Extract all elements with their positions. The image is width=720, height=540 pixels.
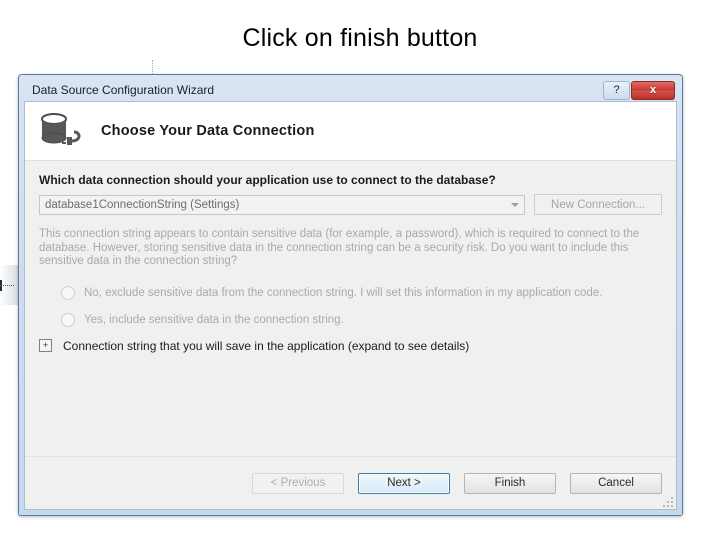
horizontal-guide-line <box>0 285 14 286</box>
data-source-configuration-wizard-window: Data Source Configuration Wizard ? x Cho… <box>18 74 683 516</box>
finish-button[interactable]: Finish <box>464 472 556 494</box>
expand-icon[interactable]: + <box>39 339 52 352</box>
radio-option-include[interactable]: Yes, include sensitive data in the conne… <box>61 310 662 330</box>
radio-icon[interactable] <box>61 285 75 300</box>
connection-string-expander[interactable]: + Connection string that you will save i… <box>39 339 662 353</box>
title-bar[interactable]: Data Source Configuration Wizard ? x <box>24 79 677 101</box>
sensitive-data-options: No, exclude sensitive data from the conn… <box>39 283 662 330</box>
cancel-button[interactable]: Cancel <box>570 472 662 494</box>
new-connection-button[interactable]: New Connection... <box>534 194 662 215</box>
radio-option-exclude[interactable]: No, exclude sensitive data from the conn… <box>61 283 662 303</box>
help-icon[interactable]: ? <box>603 80 630 100</box>
resize-grip[interactable] <box>661 495 673 507</box>
dialog-body: Which data connection should your applic… <box>25 161 676 456</box>
expander-label: Connection string that you will save in … <box>63 338 470 353</box>
close-icon[interactable]: x <box>631 80 675 100</box>
database-connection-icon <box>41 113 81 145</box>
window-controls: ? x <box>603 80 675 100</box>
sensitive-data-warning-text: This connection string appears to contai… <box>39 228 640 267</box>
radio-option-exclude-label: No, exclude sensitive data from the conn… <box>84 286 603 299</box>
connection-row: database1ConnectionString (Settings) New… <box>39 194 662 215</box>
page-title: Choose Your Data Connection <box>101 123 315 139</box>
window-title: Data Source Configuration Wizard <box>32 83 215 97</box>
dialog-client-area: Choose Your Data Connection Which data c… <box>24 101 677 510</box>
radio-option-include-label: Yes, include sensitive data in the conne… <box>84 313 344 326</box>
radio-icon[interactable] <box>61 312 75 327</box>
connection-string-combobox[interactable]: database1ConnectionString (Settings) <box>39 194 525 215</box>
chevron-down-icon[interactable] <box>506 196 524 214</box>
next-button[interactable]: Next > <box>358 472 450 494</box>
slide-annotation-text: Click on finish button <box>242 24 478 52</box>
previous-button[interactable]: < Previous <box>252 472 344 494</box>
dialog-header: Choose Your Data Connection <box>25 102 676 161</box>
connection-string-value: database1ConnectionString (Settings) <box>45 198 240 211</box>
dialog-footer: < Previous Next > Finish Cancel <box>25 456 676 509</box>
connection-question-label: Which data connection should your applic… <box>39 173 496 187</box>
